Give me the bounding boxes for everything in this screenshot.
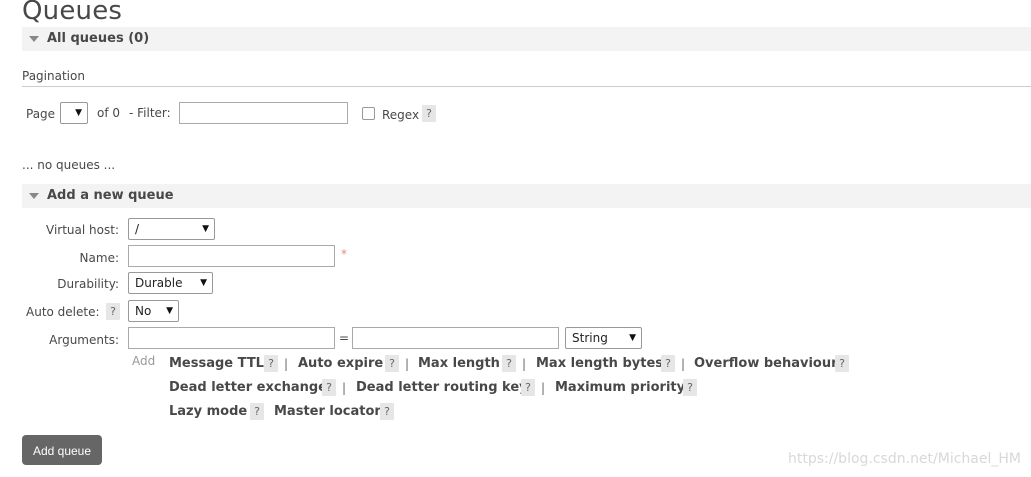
arg-link-lazy-mode[interactable]: Lazy mode xyxy=(169,404,247,419)
argument-equals: = xyxy=(339,331,350,345)
filter-input[interactable] xyxy=(179,102,348,124)
all-queues-label: All queues (0) xyxy=(47,31,150,46)
dropdown-arrow-icon: ▼ xyxy=(166,306,173,316)
durability-value: Durable xyxy=(135,276,183,290)
arg-link-max-length[interactable]: Max length xyxy=(418,356,500,371)
all-queues-section-header[interactable]: All queues (0) xyxy=(22,27,1031,51)
help-icon[interactable]: ? xyxy=(322,379,336,396)
arg-link-overflow-behaviour[interactable]: Overflow behaviour xyxy=(694,356,838,371)
add-queue-section-label: Add a new queue xyxy=(47,188,174,203)
auto-delete-value: No xyxy=(135,304,152,318)
argument-key-input[interactable] xyxy=(128,327,335,349)
pagination-divider xyxy=(22,86,1031,87)
dropdown-arrow-icon: ▼ xyxy=(629,333,636,343)
argument-type-value: String xyxy=(572,331,608,345)
link-separator: | xyxy=(681,357,686,371)
arg-link-dead-letter-routing-key[interactable]: Dead letter routing key xyxy=(356,380,528,395)
argument-type-select[interactable]: String ▼ xyxy=(565,327,642,349)
durability-label: Durability: xyxy=(57,277,119,291)
arg-link-master-locator[interactable]: Master locator xyxy=(274,404,381,419)
link-separator: | xyxy=(541,381,546,395)
add-queue-section-header[interactable]: Add a new queue xyxy=(22,184,1031,208)
arg-link-message-ttl[interactable]: Message TTL xyxy=(169,356,264,371)
help-icon[interactable]: ? xyxy=(502,355,516,372)
argument-value-input[interactable] xyxy=(352,327,559,349)
auto-delete-label: Auto delete: xyxy=(26,305,100,319)
arg-link-max-length-bytes[interactable]: Max length bytes xyxy=(536,356,663,371)
dropdown-arrow-icon: ▼ xyxy=(75,108,82,118)
regex-checkbox[interactable] xyxy=(362,107,375,120)
link-separator: | xyxy=(522,357,527,371)
help-icon[interactable]: ? xyxy=(380,403,394,420)
page-title: Queues xyxy=(22,0,123,26)
link-separator: | xyxy=(284,357,289,371)
required-mark: * xyxy=(341,247,347,261)
regex-label: Regex xyxy=(382,108,420,122)
pagination-heading: Pagination xyxy=(22,69,85,83)
no-queues-message: ... no queues ... xyxy=(22,158,116,172)
arg-link-maximum-priority[interactable]: Maximum priority xyxy=(555,380,685,395)
help-icon[interactable]: ? xyxy=(835,355,849,372)
name-input[interactable] xyxy=(128,245,335,267)
virtual-host-label: Virtual host: xyxy=(46,223,119,237)
page-label: Page xyxy=(26,107,56,121)
add-argument-label: Add xyxy=(132,354,156,368)
link-separator: | xyxy=(405,357,410,371)
help-icon[interactable]: ? xyxy=(661,355,675,372)
arg-link-auto-expire[interactable]: Auto expire xyxy=(298,356,383,371)
page-of-label: of 0 xyxy=(97,106,121,120)
virtual-host-select[interactable]: / ▼ xyxy=(128,218,215,240)
name-label: Name: xyxy=(79,251,119,265)
add-queue-button[interactable]: Add queue xyxy=(22,435,102,465)
durability-select[interactable]: Durable ▼ xyxy=(128,272,213,294)
help-icon[interactable]: ? xyxy=(250,403,264,420)
virtual-host-value: / xyxy=(135,222,140,236)
dropdown-arrow-icon: ▼ xyxy=(202,224,209,234)
dropdown-arrow-icon: ▼ xyxy=(200,278,207,288)
collapse-triangle-icon[interactable] xyxy=(29,193,39,199)
arg-link-dead-letter-exchange[interactable]: Dead letter exchange xyxy=(169,380,327,395)
watermark: https://blog.csdn.net/Michael_HM xyxy=(788,451,1021,467)
regex-help-icon[interactable]: ? xyxy=(422,105,436,122)
auto-delete-help-icon[interactable]: ? xyxy=(106,303,120,320)
link-separator: | xyxy=(342,381,347,395)
help-icon[interactable]: ? xyxy=(683,379,697,396)
help-icon[interactable]: ? xyxy=(521,379,535,396)
arguments-label: Arguments: xyxy=(49,333,119,347)
help-icon[interactable]: ? xyxy=(264,355,278,372)
auto-delete-select[interactable]: No ▼ xyxy=(128,300,179,322)
filter-label: - Filter: xyxy=(129,106,171,120)
collapse-triangle-icon[interactable] xyxy=(29,36,39,42)
help-icon[interactable]: ? xyxy=(385,355,399,372)
page-select[interactable]: ▼ xyxy=(60,102,88,124)
